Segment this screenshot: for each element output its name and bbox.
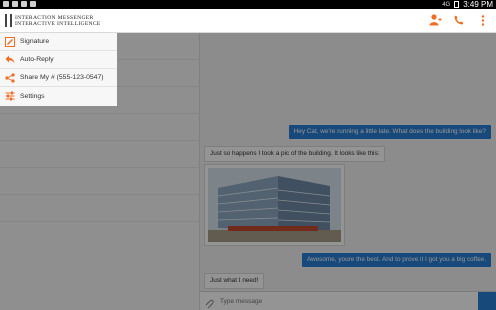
menu-item-settings[interactable]: Settings bbox=[0, 87, 117, 105]
overflow-menu-button[interactable] bbox=[476, 13, 490, 27]
clock: 3:49 PM bbox=[463, 0, 493, 9]
notification-icon bbox=[3, 1, 9, 7]
notification-icon bbox=[12, 1, 18, 7]
status-bar: 4G 3:49 PM bbox=[0, 0, 496, 9]
signature-icon bbox=[4, 36, 16, 48]
more-vert-icon bbox=[481, 14, 485, 26]
drawer-menu: Signature Auto-Reply Share My # (555-123… bbox=[0, 33, 117, 106]
call-button[interactable] bbox=[452, 13, 466, 27]
notification-icon bbox=[21, 1, 27, 7]
logo-line-1: Interaction Messenger bbox=[15, 14, 94, 21]
menu-item-signature[interactable]: Signature bbox=[0, 33, 117, 51]
add-contact-icon bbox=[429, 14, 441, 26]
app-bar: Interaction Messenger Interactive Intell… bbox=[0, 9, 496, 33]
navigation-drawer: Signature Auto-Reply Share My # (555-123… bbox=[0, 33, 117, 310]
menu-item-auto-reply[interactable]: Auto-Reply bbox=[0, 51, 117, 69]
battery-icon bbox=[454, 1, 460, 8]
menu-item-label: Settings bbox=[20, 92, 45, 100]
phone-icon bbox=[454, 15, 464, 25]
menu-item-label: Signature bbox=[20, 38, 50, 45]
reply-icon bbox=[4, 54, 16, 66]
logo-line-2: Interactive Intelligence bbox=[15, 20, 101, 27]
menu-item-share-number[interactable]: Share My # (555-123-0547) bbox=[0, 69, 117, 87]
add-contact-button[interactable] bbox=[428, 13, 442, 27]
menu-item-label: Share My # (555-123-0547) bbox=[20, 74, 104, 81]
settings-sliders-icon bbox=[4, 90, 16, 102]
share-icon bbox=[4, 72, 16, 84]
signal-indicator: 4G bbox=[442, 1, 451, 8]
app-logo: Interaction Messenger Interactive Intell… bbox=[5, 14, 101, 27]
logo-mark-icon bbox=[5, 14, 12, 27]
menu-item-label: Auto-Reply bbox=[20, 56, 54, 63]
notification-icons bbox=[3, 1, 36, 7]
notification-icon bbox=[30, 1, 36, 7]
